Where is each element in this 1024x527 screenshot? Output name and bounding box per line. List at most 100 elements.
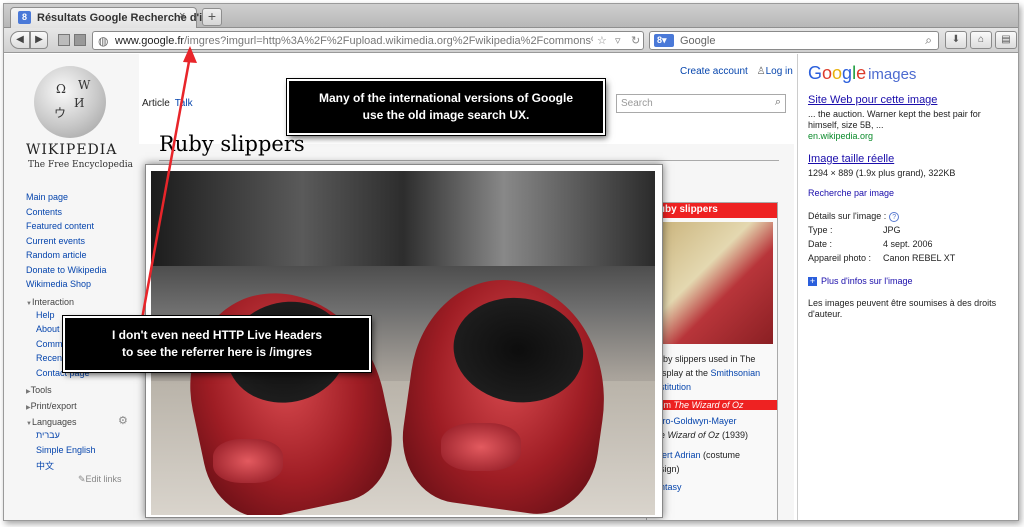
sidebar-item[interactable]: Main page [26, 192, 136, 207]
page-title: Ruby slippers [159, 132, 305, 156]
logo-letter: o [822, 63, 833, 83]
tab-article[interactable]: Article [142, 98, 170, 109]
snippet-line: ... the auction. Warner kept the best pa… [808, 109, 981, 119]
size-info: 1294 × 889 (1.9x plus grand), 322KB [808, 168, 956, 178]
photo-background [151, 171, 655, 266]
sidebar-item[interactable]: Random article [26, 250, 136, 265]
sidebar-item[interactable]: Current events [26, 236, 136, 251]
history-dropdown-icon[interactable]: ▿ [615, 34, 621, 47]
callout-top-line: Many of the international versions of Go… [318, 91, 574, 105]
search-icon[interactable]: ⌕ [925, 33, 932, 48]
help-icon[interactable]: ? [889, 212, 900, 222]
sidebar-item[interactable]: Simple English [26, 445, 136, 460]
browser-tab[interactable]: 8 Résultats Google Recherche d'i... × [10, 7, 211, 28]
designer-note: (costume [700, 450, 741, 460]
callout-bottom-line: to see the referrer here is /imgres [121, 345, 313, 359]
more-info-label: Plus d'infos sur l'image [821, 276, 913, 286]
new-tab-button[interactable]: + [202, 8, 222, 26]
film-title: Wizard of Oz [667, 430, 720, 440]
logo-letter: g [842, 63, 853, 83]
smithsonian-link[interactable]: Smithsonian [711, 368, 761, 378]
home-icon[interactable]: ⌂ [970, 31, 992, 49]
wikipedia-tagline: The Free Encyclopedia [28, 160, 133, 170]
site-url: en.wikipedia.org [808, 131, 874, 141]
account-links: Create account ♙Log in [680, 66, 793, 77]
star-icon[interactable]: ☆ [597, 34, 607, 47]
languages-label: Languages [31, 417, 77, 427]
infobox: ruby slippers ruby slippers used in The … [646, 202, 778, 520]
detail-label: Type : [808, 225, 833, 235]
infobox-from-row: from The Wizard of Oz [647, 400, 777, 410]
rights-line: d'auteur. [808, 309, 843, 319]
reload-icon[interactable]: ↻ [631, 34, 640, 47]
create-account-link[interactable]: Create account [680, 66, 748, 77]
callout-bottom: I don't even need HTTP Live Headers to s… [63, 316, 371, 372]
gear-icon[interactable]: ⚙ [118, 414, 128, 427]
site-web-link[interactable]: Site Web pour cette image [808, 94, 937, 106]
detail-value: 4 sept. 2006 [883, 239, 933, 249]
details-label-row: Détails sur l'image :? [808, 211, 900, 222]
tab-talk[interactable]: Talk [175, 98, 193, 109]
google-favicon-icon: 8 [18, 11, 31, 24]
infobox-image[interactable] [655, 222, 773, 344]
logo-letter: o [832, 63, 843, 83]
menu-icon[interactable]: ▤ [995, 31, 1017, 49]
edit-links[interactable]: ✎Edit links [26, 474, 136, 488]
studio-link[interactable]: etro-Goldwyn-Mayer [655, 416, 737, 426]
detail-value: JPG [883, 225, 901, 235]
log-in-link[interactable]: Log in [766, 66, 793, 77]
sidebar-section-print[interactable]: Print/export [26, 398, 136, 414]
film-year: (1939) [719, 430, 748, 440]
right-slipper-opening [446, 289, 590, 411]
details-label: Détails sur l'image : [808, 211, 887, 221]
forward-icon[interactable]: ▶ [30, 31, 48, 49]
sidebar-item[interactable]: Donate to Wikipedia [26, 265, 136, 280]
url-bar[interactable]: ◍ www.google.fr/imgres?imgurl=http%3A%2F… [92, 31, 644, 50]
infobox-header: ruby slippers [647, 203, 777, 218]
search-engine-icon[interactable]: 8▾ [654, 34, 674, 47]
infobox-details: etro-Goldwyn-Mayer he Wizard of Oz (1939… [647, 410, 777, 498]
wikipedia-globe-logo[interactable]: ΩИウW [34, 66, 106, 138]
user-icon: ♙ [756, 66, 766, 77]
bookmark-list-icon[interactable] [74, 34, 86, 46]
rights-line: Les images peuvent être soumises à des d… [808, 298, 997, 308]
plus-icon: + [808, 276, 817, 286]
page-icon[interactable] [58, 34, 70, 46]
detail-value: Canon REBEL XT [883, 253, 956, 263]
wikipedia-search-input[interactable]: Search ⌕ [616, 94, 786, 113]
sidebar-item[interactable]: 中文 [26, 459, 136, 474]
left-bow [213, 439, 283, 483]
sidebar-section-languages[interactable]: Languages ⚙ [26, 414, 136, 430]
search-engine-bar[interactable]: 8▾ Google ⌕ [649, 31, 939, 50]
download-icon[interactable]: ⬇ [945, 31, 967, 49]
search-icon[interactable]: ⌕ [775, 96, 781, 109]
tab-close-icon[interactable]: × [179, 10, 185, 22]
search-placeholder: Search [621, 98, 653, 109]
google-images-logo[interactable]: Google images [808, 63, 916, 84]
search-engine-value: Google [680, 35, 716, 47]
url-text[interactable]: www.google.fr/imgres?imgurl=http%3A%2F%2… [115, 35, 593, 47]
callout-top: Many of the international versions of Go… [287, 79, 605, 135]
divider [159, 160, 779, 161]
sidebar-item[interactable]: Contents [26, 207, 136, 222]
sidebar-item[interactable]: Wikimedia Shop [26, 279, 136, 294]
callout-top-line: use the old image search UX. [362, 108, 530, 122]
sidebar-item[interactable]: עברית [26, 430, 136, 445]
search-by-image-link[interactable]: Recherche par image [808, 188, 894, 198]
right-slipper [394, 268, 620, 515]
sidebar-section-tools[interactable]: Tools [26, 382, 136, 398]
back-icon[interactable]: ◀ [10, 31, 30, 49]
sidebar-item[interactable]: Featured content [26, 221, 136, 236]
detail-row-camera: Appareil photo : Canon REBEL XT [808, 253, 955, 263]
detail-label: Date : [808, 239, 833, 249]
film-link[interactable]: The Wizard of Oz [674, 400, 744, 410]
sidebar-section-interaction[interactable]: Interaction [26, 294, 136, 310]
full-size-link[interactable]: Image taille réelle [808, 153, 894, 165]
callout-bottom-line: I don't even need HTTP Live Headers [111, 328, 323, 342]
article-tabs: Article Talk [142, 98, 193, 109]
wikipedia-wordmark: WIKIPEDIA [26, 142, 118, 158]
logo-letter: e [856, 63, 867, 83]
more-info-link[interactable]: + Plus d'infos sur l'image [808, 276, 912, 286]
logo-images-word: images [868, 66, 917, 83]
tab-bar: 8 Résultats Google Recherche d'i... × + [4, 4, 1018, 28]
